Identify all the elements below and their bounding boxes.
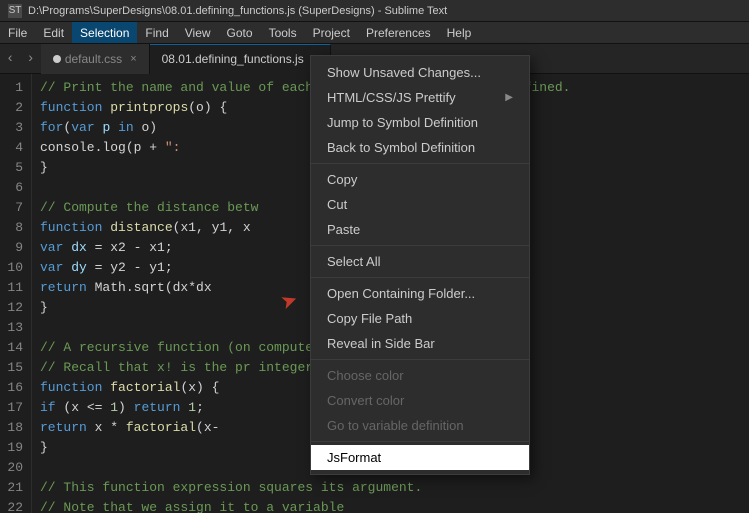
ctx-item-label: Show Unsaved Changes... <box>327 65 481 80</box>
menu-item-project[interactable]: Project <box>305 22 358 43</box>
ctx-item-copy[interactable]: Copy <box>311 167 529 192</box>
ctx-item-html/css/js-prettify[interactable]: HTML/CSS/JS Prettify ▶ <box>311 85 529 110</box>
ctx-item-label: Back to Symbol Definition <box>327 140 475 155</box>
line-num-11: 11 <box>4 278 23 298</box>
line-num-13: 13 <box>4 318 23 338</box>
context-menu: Show Unsaved Changes... HTML/CSS/JS Prett… <box>310 55 530 475</box>
line-num-10: 10 <box>4 258 23 278</box>
tab-nav-left[interactable]: ‹ <box>0 51 20 67</box>
ctx-item-jsformat[interactable]: JsFormat <box>311 445 529 470</box>
ctx-separator-14 <box>311 359 529 360</box>
ctx-item-label: Copy File Path <box>327 311 412 326</box>
title-bar: ST D:\Programs\SuperDesigns\08.01.defini… <box>0 0 749 22</box>
line-num-6: 6 <box>4 178 23 198</box>
ctx-item-reveal-in-side-bar[interactable]: Reveal in Side Bar <box>311 331 529 356</box>
tab-1[interactable]: 08.01.defining_functions.js× <box>150 44 332 74</box>
ctx-item-select-all[interactable]: Select All <box>311 249 529 274</box>
line-num-7: 7 <box>4 198 23 218</box>
title-text: D:\Programs\SuperDesigns\08.01.defining_… <box>28 5 447 17</box>
ctx-item-label: Jump to Symbol Definition <box>327 115 478 130</box>
line-num-19: 19 <box>4 438 23 458</box>
code-line-22: // Note that we assign it to a variable <box>40 498 741 513</box>
ctx-item-label: Convert color <box>327 393 404 408</box>
ctx-separator-4 <box>311 163 529 164</box>
line-num-14: 14 <box>4 338 23 358</box>
menu-item-preferences[interactable]: Preferences <box>358 22 439 43</box>
line-num-15: 15 <box>4 358 23 378</box>
ctx-arrow-icon: ▶ <box>505 92 513 103</box>
tab-nav-right[interactable]: › <box>20 51 40 67</box>
menu-item-edit[interactable]: Edit <box>35 22 72 43</box>
ctx-item-label: Choose color <box>327 368 404 383</box>
tab-close-0[interactable]: × <box>130 53 136 65</box>
ctx-separator-18 <box>311 441 529 442</box>
tab-label-1: 08.01.defining_functions.js <box>162 52 304 66</box>
app-icon: ST <box>8 4 22 18</box>
tab-0[interactable]: default.css × <box>41 44 150 74</box>
menu-item-goto[interactable]: Goto <box>219 22 261 43</box>
ctx-item-label: Reveal in Side Bar <box>327 336 435 351</box>
ctx-separator-8 <box>311 245 529 246</box>
menu-item-selection[interactable]: Selection <box>72 22 137 43</box>
line-num-9: 9 <box>4 238 23 258</box>
ctx-item-label: Open Containing Folder... <box>327 286 475 301</box>
line-num-22: 22 <box>4 498 23 513</box>
ctx-item-back-to-symbol-definition[interactable]: Back to Symbol Definition <box>311 135 529 160</box>
ctx-item-label: Go to variable definition <box>327 418 464 433</box>
ctx-item-open-containing-folder...[interactable]: Open Containing Folder... <box>311 281 529 306</box>
line-num-4: 4 <box>4 138 23 158</box>
ctx-item-paste[interactable]: Paste <box>311 217 529 242</box>
ctx-separator-10 <box>311 277 529 278</box>
line-num-3: 3 <box>4 118 23 138</box>
ctx-item-jump-to-symbol-definition[interactable]: Jump to Symbol Definition <box>311 110 529 135</box>
line-num-17: 17 <box>4 398 23 418</box>
ctx-item-label: JsFormat <box>327 450 381 465</box>
menu-item-view[interactable]: View <box>177 22 219 43</box>
ctx-item-cut[interactable]: Cut <box>311 192 529 217</box>
menu-item-find[interactable]: Find <box>137 22 176 43</box>
ctx-item-label: Paste <box>327 222 360 237</box>
line-num-12: 12 <box>4 298 23 318</box>
line-num-2: 2 <box>4 98 23 118</box>
line-num-21: 21 <box>4 478 23 498</box>
ctx-item-label: Copy <box>327 172 357 187</box>
line-num-8: 8 <box>4 218 23 238</box>
line-num-20: 20 <box>4 458 23 478</box>
menu-item-help[interactable]: Help <box>439 22 480 43</box>
menu-item-file[interactable]: File <box>0 22 35 43</box>
ctx-item-label: Cut <box>327 197 347 212</box>
ctx-item-convert-color: Convert color <box>311 388 529 413</box>
line-num-5: 5 <box>4 158 23 178</box>
ctx-item-label: Select All <box>327 254 380 269</box>
line-num-1: 1 <box>4 78 23 98</box>
menu-item-tools[interactable]: Tools <box>261 22 305 43</box>
ctx-item-copy-file-path[interactable]: Copy File Path <box>311 306 529 331</box>
ctx-item-show-unsaved-changes...[interactable]: Show Unsaved Changes... <box>311 60 529 85</box>
line-num-16: 16 <box>4 378 23 398</box>
ctx-item-label: HTML/CSS/JS Prettify <box>327 90 456 105</box>
tab-label-0: default.css <box>65 52 122 66</box>
ctx-item-go-to-variable-definition: Go to variable definition <box>311 413 529 438</box>
code-line-21: // This function expression squares its … <box>40 478 741 498</box>
line-num-18: 18 <box>4 418 23 438</box>
line-numbers: 1234567891011121314151617181920212223 <box>0 74 32 513</box>
ctx-item-choose-color: Choose color <box>311 363 529 388</box>
menu-bar: FileEditSelectionFindViewGotoToolsProjec… <box>0 22 749 44</box>
